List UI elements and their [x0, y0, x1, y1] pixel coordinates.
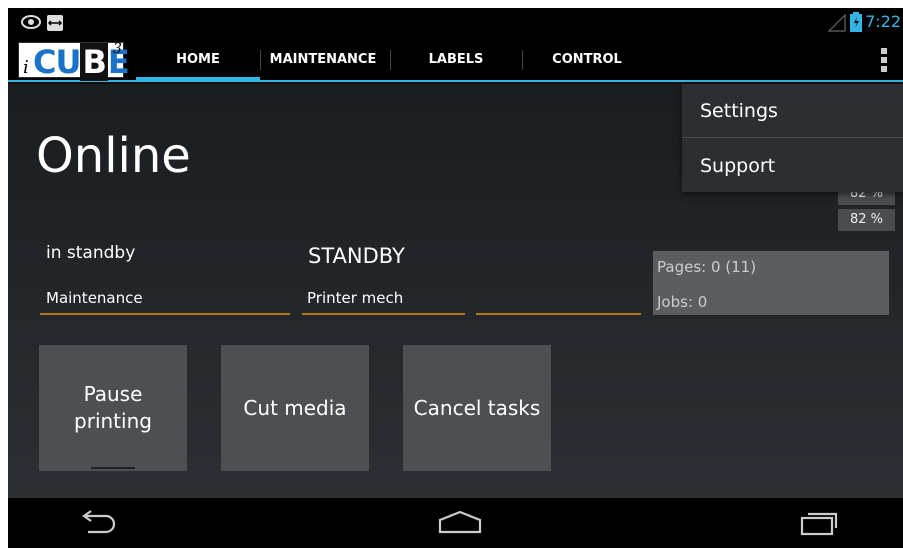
tab-divider — [390, 50, 391, 70]
back-icon[interactable] — [78, 510, 118, 538]
maintenance-field: Maintenance — [46, 289, 143, 307]
percent-badge: 82 % — [838, 209, 895, 231]
cancel-tasks-button[interactable]: Cancel tasks — [403, 345, 551, 471]
status-time: 7:22 — [865, 12, 901, 31]
job-stats-panel: Pages: 0 (11) Jobs: 0 — [653, 251, 889, 315]
tab-control[interactable]: CONTROL — [524, 38, 650, 80]
button-indicator — [91, 467, 135, 469]
extra-field-underline — [476, 313, 641, 315]
printer-mech-field: Printer mech — [307, 289, 404, 307]
screen-share-icon — [46, 14, 64, 36]
jobs-count: Jobs: 0 — [657, 293, 708, 311]
printer-mech-underline — [302, 313, 465, 315]
tab-labels[interactable]: LABELS — [393, 38, 519, 80]
battery-charging-icon — [850, 12, 862, 36]
pages-count: Pages: 0 (11) — [657, 258, 757, 276]
status-bar: 7:22 — [8, 8, 903, 38]
state-code: STANDBY — [308, 244, 405, 268]
signal-icon — [827, 13, 846, 36]
tab-divider — [522, 50, 523, 70]
overflow-menu-icon[interactable] — [881, 48, 889, 72]
cut-media-button[interactable]: Cut media — [221, 345, 369, 471]
eye-icon — [20, 14, 42, 34]
recent-apps-icon[interactable] — [800, 510, 840, 540]
pause-printing-button[interactable]: Pause printing — [39, 345, 187, 471]
device-screen: 7:22 i CUBE 3 HOME MAINTENANCE LABELS CO… — [8, 8, 903, 548]
tab-maintenance[interactable]: MAINTENANCE — [261, 38, 385, 80]
home-icon[interactable] — [438, 510, 482, 538]
tab-home[interactable]: HOME — [136, 38, 260, 82]
navigation-bar — [8, 498, 903, 548]
overflow-menu: Settings Support — [682, 84, 903, 192]
printer-status-title: Online — [36, 128, 191, 184]
menu-item-support[interactable]: Support — [682, 139, 903, 193]
menu-divider — [682, 137, 903, 138]
maintenance-underline — [40, 313, 290, 315]
app-logo: i CUBE 3 — [18, 41, 130, 81]
state-text: in standby — [46, 243, 136, 263]
action-bar: i CUBE 3 HOME MAINTENANCE LABELS CONTROL — [8, 38, 903, 82]
menu-item-settings[interactable]: Settings — [682, 84, 903, 138]
